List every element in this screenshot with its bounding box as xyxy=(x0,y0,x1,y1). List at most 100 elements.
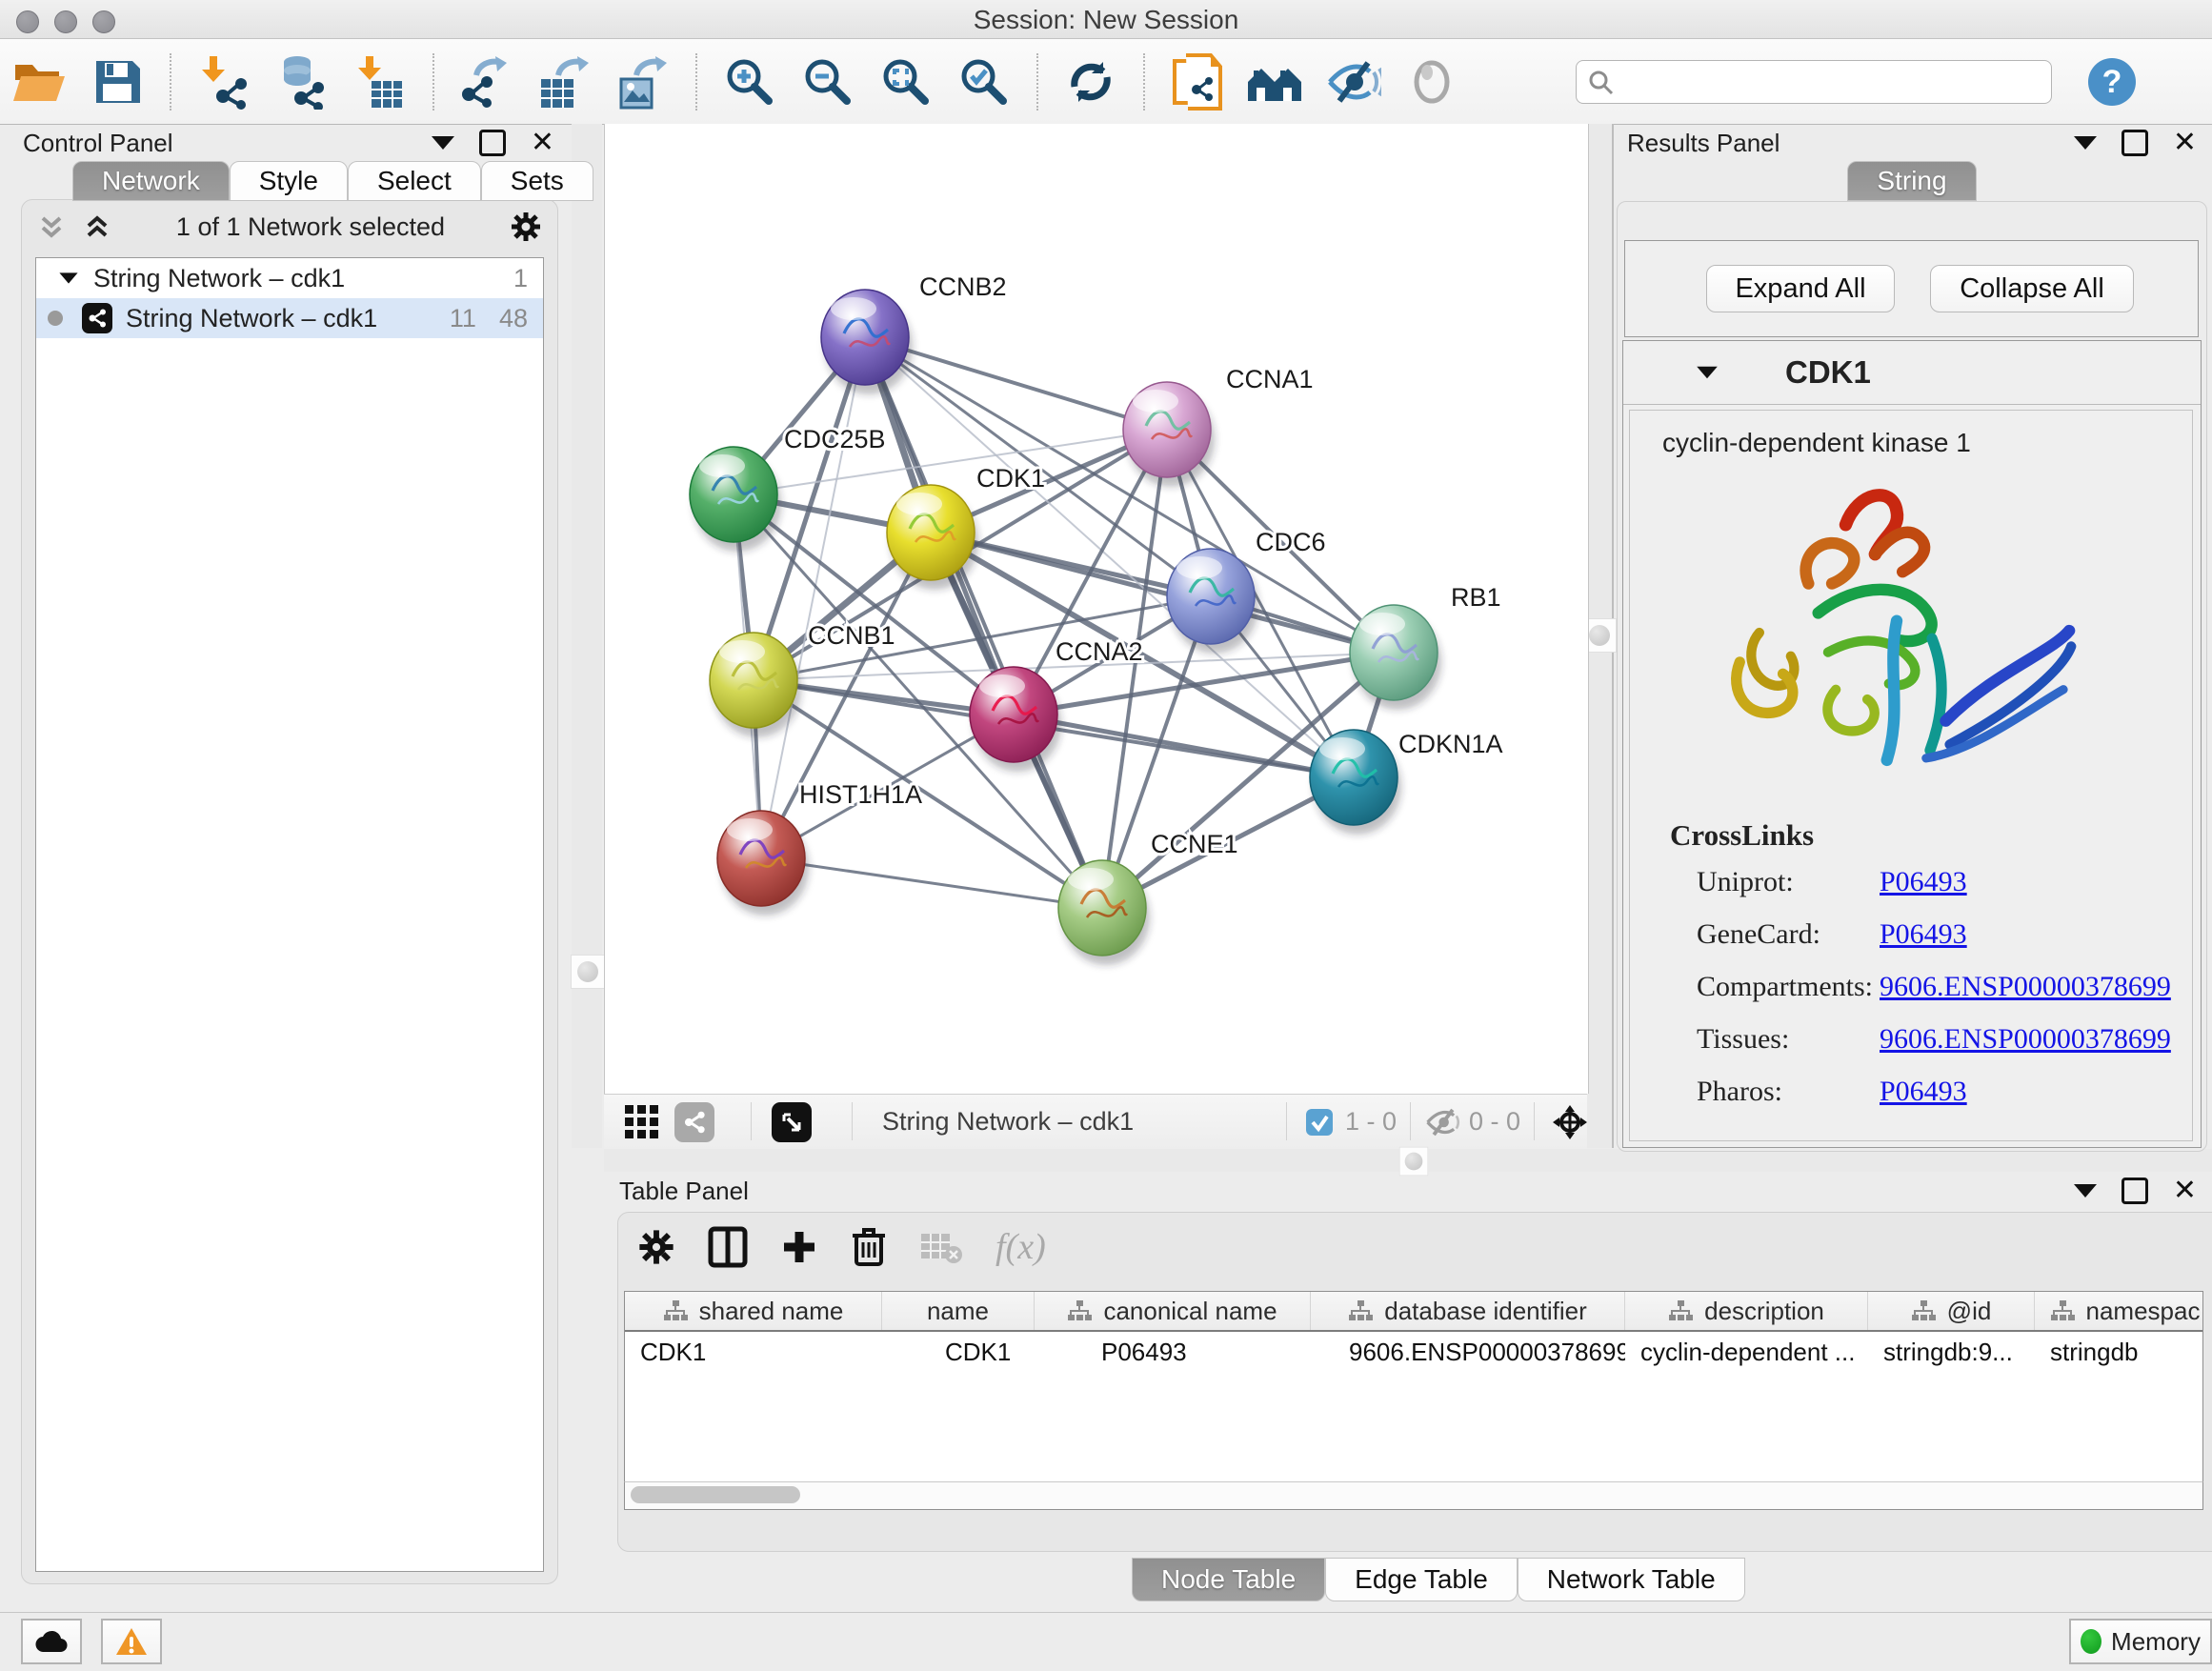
network-node-RB1[interactable]: RB1 xyxy=(1350,583,1501,710)
node-label-CCNA2: CCNA2 xyxy=(1056,637,1143,666)
network-node-CDKN1A[interactable]: CDKN1A xyxy=(1310,730,1503,835)
open-in-new-window-icon[interactable] xyxy=(772,1102,812,1142)
float-panel-icon[interactable] xyxy=(2074,136,2097,150)
close-panel-icon[interactable]: ✕ xyxy=(2173,1180,2197,1201)
column-header[interactable]: canonical name xyxy=(1035,1292,1311,1330)
scrollbar-thumb[interactable] xyxy=(631,1486,800,1503)
warnings-button[interactable] xyxy=(101,1619,162,1664)
network-edge-CCNE1-HIST1H1A[interactable] xyxy=(761,858,1102,908)
table-header-row: shared name name canonical name database… xyxy=(625,1292,2202,1332)
selected-checkbox-icon[interactable] xyxy=(1305,1108,1334,1137)
cloud-button[interactable] xyxy=(21,1619,82,1664)
import-network-database-icon[interactable] xyxy=(271,52,333,111)
tab-string[interactable]: String xyxy=(1847,161,1976,201)
import-network-file-icon[interactable] xyxy=(192,52,255,111)
zoom-in-icon[interactable] xyxy=(718,52,781,111)
tab-select[interactable]: Select xyxy=(348,161,481,201)
column-header[interactable]: namespac xyxy=(2035,1292,2203,1330)
table-horizontal-scrollbar[interactable] xyxy=(624,1481,2203,1510)
hidden-eye-icon[interactable] xyxy=(1425,1106,1461,1138)
left-splitter[interactable] xyxy=(572,124,602,1148)
close-panel-icon[interactable]: ✕ xyxy=(531,132,554,153)
show-columns-icon[interactable] xyxy=(708,1226,748,1268)
network-row[interactable]: String Network – cdk1 11 48 xyxy=(36,298,543,338)
crosslink-tissues[interactable]: 9606.ENSP00000378699 xyxy=(1880,1023,2171,1055)
search-input[interactable] xyxy=(1576,60,2052,104)
splitter-handle[interactable] xyxy=(571,955,605,989)
tab-network[interactable]: Network xyxy=(72,161,230,201)
network-collection-row[interactable]: String Network – cdk1 1 xyxy=(36,258,543,298)
export-image-icon[interactable] xyxy=(612,52,674,111)
expand-all-button[interactable]: Expand All xyxy=(1706,265,1895,312)
tab-edge-table[interactable]: Edge Table xyxy=(1325,1558,1518,1601)
network-node-CCNE1[interactable]: CCNE1 xyxy=(1058,830,1238,965)
crosslink-genecard[interactable]: P06493 xyxy=(1880,918,1967,950)
entry-collapse-icon[interactable] xyxy=(1697,367,1718,379)
table-panel-title: Table Panel xyxy=(619,1177,749,1206)
zoom-out-icon[interactable] xyxy=(796,52,859,111)
network-canvas[interactable]: CCNB2CCNA1CDC25BCDK1CDC6RB1CCNB1CCNA2CDK… xyxy=(604,124,1589,1094)
string-home-icon[interactable] xyxy=(1244,52,1307,111)
maximize-panel-icon[interactable] xyxy=(479,130,506,156)
crosslink-compartments[interactable]: 9606.ENSP00000378699 xyxy=(1880,971,2171,1002)
gene-symbol: CDK1 xyxy=(1785,354,1871,391)
apply-layout-icon[interactable] xyxy=(1059,52,1122,111)
tab-network-table[interactable]: Network Table xyxy=(1518,1558,1745,1601)
gear-icon[interactable] xyxy=(510,211,542,243)
network-node-CCNA2[interactable]: CCNA2 xyxy=(970,637,1143,772)
column-header[interactable]: @id xyxy=(1868,1292,2035,1330)
network-node-CDC6[interactable]: CDC6 xyxy=(1167,528,1326,654)
column-header[interactable]: database identifier xyxy=(1311,1292,1625,1330)
network-node-HIST1H1A[interactable]: HIST1H1A xyxy=(717,780,922,916)
float-panel-icon[interactable] xyxy=(432,136,454,150)
string-results-panel: Expand All Collapse All CDK1 cyclin-depe… xyxy=(1617,201,2207,1152)
network-mode-icon[interactable] xyxy=(674,1102,714,1142)
network-node-CCNB2[interactable]: CCNB2 xyxy=(821,272,1007,394)
maximize-panel-icon[interactable] xyxy=(2122,1178,2148,1204)
network-node-CCNA1[interactable]: CCNA1 xyxy=(1123,365,1314,487)
right-splitter[interactable] xyxy=(1587,124,1614,1148)
hide-details-eye-icon[interactable] xyxy=(1322,52,1385,111)
close-panel-icon[interactable]: ✕ xyxy=(2173,132,2197,153)
fit-content-icon[interactable] xyxy=(875,52,937,111)
add-column-icon[interactable] xyxy=(780,1228,818,1266)
network-graph[interactable]: CCNB2CCNA1CDC25BCDK1CDC6RB1CCNB1CCNA2CDK… xyxy=(605,124,1588,1094)
crosslink-uniprot[interactable]: P06493 xyxy=(1880,866,1967,897)
table-row[interactable]: CDK1 CDK1 P06493 9606.ENSP00000378699 cy… xyxy=(625,1332,2202,1372)
node-label-RB1: RB1 xyxy=(1451,583,1501,612)
node-count: 11 xyxy=(450,304,476,333)
help-icon[interactable]: ? xyxy=(2081,52,2143,111)
import-table-icon[interactable] xyxy=(349,52,412,111)
crosslink-pharos[interactable]: P06493 xyxy=(1880,1076,1967,1107)
delete-column-icon[interactable] xyxy=(851,1226,887,1268)
column-header[interactable]: name xyxy=(882,1292,1035,1330)
export-network-icon[interactable] xyxy=(455,52,518,111)
title-bar: Session: New Session xyxy=(0,0,2212,39)
collapse-all-icon[interactable] xyxy=(37,212,66,241)
memory-button[interactable]: Memory xyxy=(2069,1619,2212,1664)
tab-sets[interactable]: Sets xyxy=(481,161,593,201)
column-header[interactable]: shared name xyxy=(625,1292,882,1330)
save-session-icon[interactable] xyxy=(86,52,149,111)
column-header[interactable]: description xyxy=(1625,1292,1868,1330)
zoom-selected-icon[interactable] xyxy=(953,52,1016,111)
float-panel-icon[interactable] xyxy=(2074,1184,2097,1198)
tree-expand-icon[interactable] xyxy=(59,272,77,283)
toolbar-search xyxy=(1576,60,2052,104)
expand-collapse-bar: Expand All Collapse All xyxy=(1624,240,2199,337)
expand-all-icon[interactable] xyxy=(83,212,111,241)
birdseye-navigator-icon[interactable] xyxy=(1551,1103,1589,1141)
export-table-icon[interactable] xyxy=(533,52,596,111)
clone-network-icon[interactable] xyxy=(1166,52,1229,111)
network-node-CDC25B[interactable]: CDC25B xyxy=(690,425,886,552)
table-settings-gear-icon[interactable] xyxy=(637,1228,675,1266)
show-details-eye-icon xyxy=(1400,52,1463,111)
open-session-icon[interactable] xyxy=(8,52,70,111)
maximize-panel-icon[interactable] xyxy=(2122,130,2148,156)
collapse-all-button[interactable]: Collapse All xyxy=(1930,265,2134,312)
grid-mode-icon[interactable] xyxy=(625,1105,661,1139)
tab-node-table[interactable]: Node Table xyxy=(1132,1558,1325,1601)
toolbar-separator xyxy=(170,53,171,111)
network-selected-summary: 1 of 1 Network selected xyxy=(111,212,510,242)
tab-style[interactable]: Style xyxy=(230,161,348,201)
